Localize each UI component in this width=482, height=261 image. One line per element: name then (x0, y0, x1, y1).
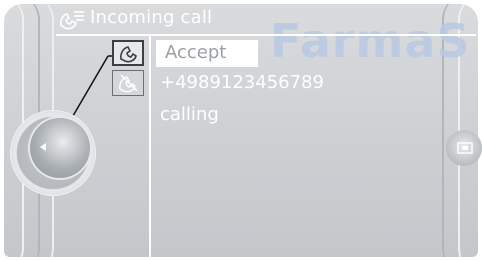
controller-knob-icon[interactable] (30, 118, 90, 178)
left-arrow-icon (40, 143, 46, 151)
accept-label: Accept (165, 42, 227, 63)
accept-icon-box[interactable] (112, 40, 144, 66)
call-status: calling (160, 104, 219, 125)
phone-reject-icon (119, 74, 138, 93)
phone-accept-icon (120, 46, 137, 63)
caller-number: +4989123456789 (160, 72, 324, 93)
card-tab-icon (457, 142, 473, 154)
reject-icon-box[interactable] (112, 70, 144, 96)
